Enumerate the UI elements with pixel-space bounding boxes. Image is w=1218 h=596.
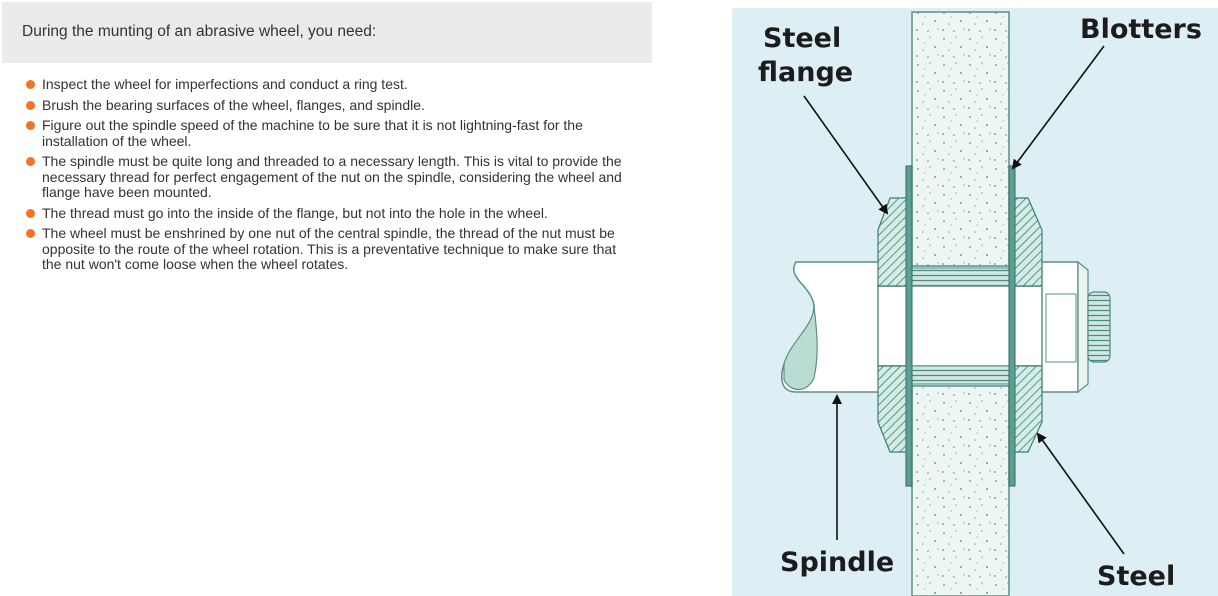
list-item: Inspect the wheel for imperfections and … bbox=[24, 76, 624, 93]
abrasive-wheel-mounting-diagram: Steel flange Blotters Spindle Steel bbox=[732, 8, 1218, 596]
blotters-label: Blotters bbox=[1080, 14, 1202, 45]
bullet-icon bbox=[26, 100, 35, 110]
list-item-text: Brush the bearing surfaces of the wheel,… bbox=[42, 96, 425, 113]
bullet-icon bbox=[26, 80, 35, 89]
bullet-icon bbox=[26, 121, 35, 130]
list-item: Brush the bearing surfaces of the wheel,… bbox=[24, 96, 624, 114]
spindle-thread bbox=[1087, 291, 1111, 363]
list-item: The thread must go into the inside of th… bbox=[24, 204, 624, 222]
list-item: The spindle must be quite long and threa… bbox=[24, 153, 624, 201]
intro-text: During the munting of an abrasive wheel,… bbox=[22, 23, 377, 40]
intro-header: During the munting of an abrasive wheel,… bbox=[2, 2, 652, 63]
bullet-icon bbox=[26, 229, 35, 238]
list-item-text: The spindle must be quite long and threa… bbox=[42, 153, 622, 200]
list-item-text: Inspect the wheel for imperfections and … bbox=[42, 76, 408, 92]
list-item-text: The wheel must be enshrined by one nut o… bbox=[42, 225, 617, 272]
steel-label: Steel bbox=[1097, 561, 1175, 592]
bullet-icon bbox=[26, 157, 35, 166]
list-item-text: Figure out the spindle speed of the mach… bbox=[42, 117, 583, 149]
bullet-icon bbox=[26, 208, 35, 218]
steel-flange-label-line1: Steel bbox=[763, 23, 841, 54]
list-item: Figure out the spindle speed of the mach… bbox=[24, 117, 624, 149]
spindle-label: Spindle bbox=[780, 547, 894, 578]
list-item: The wheel must be enshrined by one nut o… bbox=[24, 225, 624, 273]
list-item-text: The thread must go into the inside of th… bbox=[42, 204, 548, 221]
instruction-list: Inspect the wheel for imperfections and … bbox=[24, 76, 624, 278]
steel-flange-label-line2: flange bbox=[758, 57, 853, 88]
spindle-nut bbox=[1041, 260, 1089, 394]
